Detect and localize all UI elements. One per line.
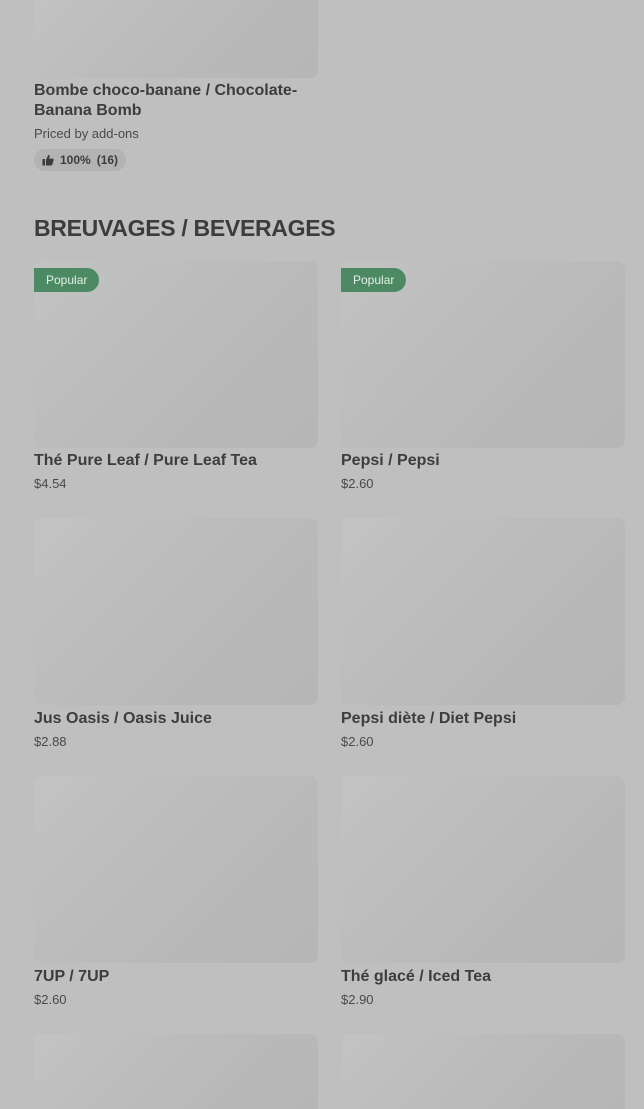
rating-badge: 100% (16) (34, 149, 127, 171)
item-price: $2.88 (34, 734, 67, 749)
item-price: $2.60 (34, 992, 67, 1007)
item-title-chocolate-banana-bomb[interactable]: Bombe choco-banane / Chocolate-Banana Bo… (34, 81, 318, 121)
item-price: $4.54 (34, 476, 67, 491)
item-title[interactable]: Thé glacé / Iced Tea (341, 967, 491, 987)
item-image[interactable] (341, 518, 625, 705)
popular-badge: Popular (34, 268, 100, 292)
item-title[interactable]: Pepsi diète / Diet Pepsi (341, 709, 516, 729)
menu-page: Bombe choco-banane / Chocolate-Banana Bo… (0, 0, 644, 1109)
item-image[interactable] (341, 1034, 625, 1109)
item-price: $2.60 (341, 734, 374, 749)
item-price: $2.60 (341, 476, 374, 491)
item-image[interactable] (341, 776, 625, 963)
item-price-chocolate-banana-bomb: Priced by add-ons (34, 126, 139, 141)
rating-count: (16) (96, 153, 119, 167)
popular-badge: Popular (341, 268, 407, 292)
item-image[interactable] (34, 776, 318, 963)
item-image[interactable] (34, 518, 318, 705)
item-image-chocolate-banana-bomb[interactable] (34, 0, 318, 78)
item-title[interactable]: Thé Pure Leaf / Pure Leaf Tea (34, 451, 257, 471)
thumbs-up-icon (42, 154, 54, 166)
item-title[interactable]: Jus Oasis / Oasis Juice (34, 709, 212, 729)
section-heading-beverages: BREUVAGES / BEVERAGES (34, 215, 336, 241)
item-price: $2.90 (341, 992, 374, 1007)
item-title[interactable]: Pepsi / Pepsi (341, 451, 440, 471)
item-title[interactable]: 7UP / 7UP (34, 967, 109, 987)
rating-percent: 100% (60, 153, 91, 167)
item-image[interactable] (34, 1034, 318, 1109)
